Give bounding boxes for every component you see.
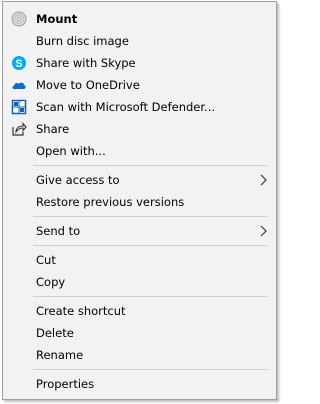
menu-item-send-to[interactable]: Send to	[3, 220, 276, 242]
share-icon	[11, 121, 27, 137]
skype-icon: S	[11, 55, 27, 71]
chevron-right-icon	[258, 225, 268, 237]
menu-item-create-shortcut[interactable]: Create shortcut	[3, 300, 276, 322]
menu-item-label: Rename	[36, 348, 84, 362]
menu-item-burn-disc-image[interactable]: Burn disc image	[3, 30, 276, 52]
menu-item-label: Give access to	[36, 173, 120, 187]
menu-item-label: Share with Skype	[36, 56, 136, 70]
onedrive-cloud-icon	[11, 77, 27, 93]
menu-item-label: Send to	[36, 224, 81, 238]
menu-item-delete[interactable]: Delete	[3, 322, 276, 344]
menu-item-label: Restore previous versions	[36, 195, 185, 209]
separator	[33, 245, 268, 246]
separator	[33, 296, 268, 297]
menu-item-label: Open with...	[36, 144, 106, 158]
separator	[33, 369, 268, 370]
menu-item-share[interactable]: Share	[3, 118, 276, 140]
menu-item-label: Move to OneDrive	[36, 78, 140, 92]
chevron-right-icon	[258, 174, 268, 186]
menu-item-properties[interactable]: Properties	[3, 373, 276, 395]
defender-shield-icon	[11, 99, 27, 115]
menu-item-label: Mount	[36, 12, 78, 26]
svg-text:S: S	[15, 58, 22, 70]
menu-item-scan-with-defender[interactable]: Scan with Microsoft Defender...	[3, 96, 276, 118]
menu-item-label: Scan with Microsoft Defender...	[36, 100, 216, 114]
separator	[33, 165, 268, 166]
menu-item-mount[interactable]: Mount	[3, 8, 276, 30]
menu-item-label: Share	[36, 122, 70, 136]
menu-item-move-to-onedrive[interactable]: Move to OneDrive	[3, 74, 276, 96]
menu-item-label: Properties	[36, 377, 95, 391]
menu-item-restore-previous-versions[interactable]: Restore previous versions	[3, 191, 276, 213]
menu-item-cut[interactable]: Cut	[3, 249, 276, 271]
menu-item-label: Create shortcut	[36, 304, 126, 318]
menu-item-open-with[interactable]: Open with...	[3, 140, 276, 162]
menu-item-label: Cut	[36, 253, 56, 267]
menu-item-give-access-to[interactable]: Give access to	[3, 169, 276, 191]
menu-item-share-with-skype[interactable]: S Share with Skype	[3, 52, 276, 74]
menu-item-label: Copy	[36, 275, 66, 289]
disc-icon	[11, 11, 27, 27]
menu-item-label: Delete	[36, 326, 74, 340]
menu-item-rename[interactable]: Rename	[3, 344, 276, 366]
menu-item-copy[interactable]: Copy	[3, 271, 276, 293]
context-menu: Mount Burn disc image S Share with Skype…	[2, 1, 277, 400]
menu-item-label: Burn disc image	[36, 34, 129, 48]
separator	[33, 216, 268, 217]
